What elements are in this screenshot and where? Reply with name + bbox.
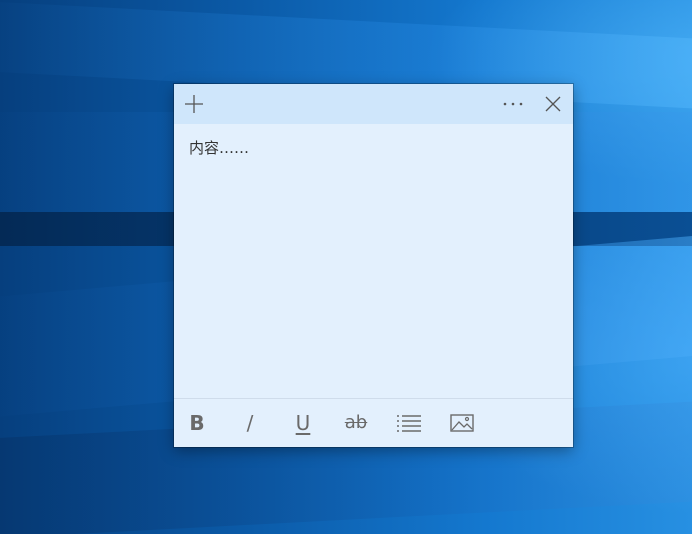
strikethrough-button[interactable]: ab	[341, 409, 371, 437]
underline-button[interactable]: U	[288, 409, 318, 437]
close-note-button[interactable]	[539, 90, 567, 118]
close-icon	[545, 96, 561, 112]
insert-image-button[interactable]	[447, 409, 477, 437]
bold-button[interactable]: B	[182, 409, 212, 437]
sticky-note-window[interactable]: 内容…… B / U ab	[174, 84, 573, 447]
image-icon	[450, 414, 474, 432]
bullet-list-icon	[397, 415, 421, 432]
italic-button[interactable]: /	[235, 409, 265, 437]
menu-button[interactable]	[499, 90, 527, 118]
note-titlebar[interactable]	[174, 84, 573, 124]
plus-icon	[185, 95, 203, 113]
note-text-area[interactable]: 内容……	[189, 138, 559, 388]
add-note-button[interactable]	[180, 90, 208, 118]
bullet-list-button[interactable]	[394, 409, 424, 437]
note-text: 内容……	[189, 139, 250, 157]
formatting-toolbar: B / U ab	[174, 398, 573, 447]
more-icon	[503, 102, 523, 106]
